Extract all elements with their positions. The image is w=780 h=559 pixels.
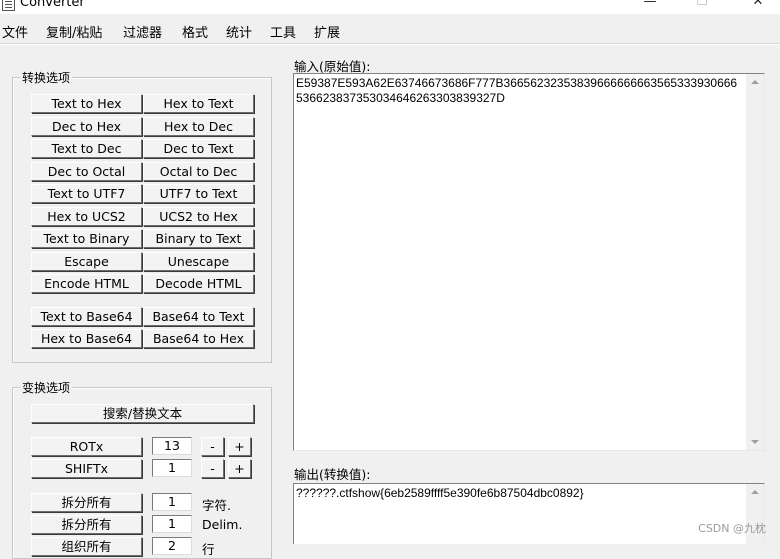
rotx-decrement-button[interactable]: - bbox=[201, 437, 224, 456]
app-icon bbox=[2, 0, 15, 11]
decode-html-button[interactable]: Decode HTML bbox=[143, 274, 254, 293]
organize-unit-label: 行 bbox=[202, 542, 215, 557]
octal-to-dec-button[interactable]: Octal to Dec bbox=[143, 162, 254, 181]
hex-to-base64-button[interactable]: Hex to Base64 bbox=[31, 329, 142, 348]
binary-to-text-button[interactable]: Binary to Text bbox=[143, 229, 254, 248]
scroll-up-arrow-icon[interactable] bbox=[751, 80, 759, 84]
dec-to-text-button[interactable]: Dec to Text bbox=[143, 139, 254, 158]
shiftx-increment-button[interactable]: + bbox=[228, 459, 251, 478]
dec-to-hex-button[interactable]: Dec to Hex bbox=[31, 117, 142, 136]
input-scrollbar[interactable] bbox=[746, 74, 764, 450]
base64-to-text-button[interactable]: Base64 to Text bbox=[143, 307, 254, 326]
text-to-hex-button[interactable]: Text to Hex bbox=[31, 94, 142, 113]
scroll-down-arrow-icon[interactable] bbox=[751, 440, 759, 444]
text-to-dec-button[interactable]: Text to Dec bbox=[31, 139, 142, 158]
shiftx-value-field[interactable]: 1 bbox=[152, 459, 192, 477]
output-label: 输出(转换值): bbox=[294, 467, 371, 482]
split-all-delim-button[interactable]: 拆分所有 bbox=[31, 515, 142, 534]
watermark: CSDN @九枕 bbox=[698, 522, 766, 535]
ucs2-to-hex-button[interactable]: UCS2 to Hex bbox=[143, 207, 254, 226]
rotx-value-field[interactable]: 13 bbox=[152, 437, 192, 455]
split-all-chars-button[interactable]: 拆分所有 bbox=[31, 493, 142, 512]
menu-filter[interactable]: 过滤器 bbox=[123, 22, 162, 41]
hex-to-text-button[interactable]: Hex to Text bbox=[143, 94, 254, 113]
menu-copy-paste[interactable]: 复制/粘贴 bbox=[46, 22, 102, 41]
window-title: Converter bbox=[20, 0, 85, 10]
menu-file[interactable]: 文件 bbox=[2, 22, 28, 41]
output-text: ??????.ctfshow{6eb2589ffff5e390fe6b87504… bbox=[296, 486, 584, 500]
maximize-button[interactable]: ☐ bbox=[692, 0, 712, 10]
encode-html-button[interactable]: Encode HTML bbox=[31, 274, 142, 293]
split-chars-unit-label: 字符. bbox=[202, 498, 231, 513]
split-delim-unit-label: Delim. bbox=[202, 517, 243, 532]
hex-to-ucs2-button[interactable]: Hex to UCS2 bbox=[31, 207, 142, 226]
minimize-button[interactable]: — bbox=[640, 0, 660, 10]
search-replace-button[interactable]: 搜索/替换文本 bbox=[31, 404, 254, 423]
text-to-base64-button[interactable]: Text to Base64 bbox=[31, 307, 142, 326]
menu-format[interactable]: 格式 bbox=[182, 22, 208, 41]
menu-tools[interactable]: 工具 bbox=[270, 22, 296, 41]
menu-bar: 文件 复制/粘贴 过滤器 格式 统计 工具 扩展 bbox=[0, 18, 780, 42]
title-bar[interactable] bbox=[0, 0, 780, 14]
menu-separator bbox=[0, 43, 780, 45]
input-textarea[interactable]: E59387E593A62E63746673686F777B3665623235… bbox=[293, 73, 765, 451]
dec-to-octal-button[interactable]: Dec to Octal bbox=[31, 162, 142, 181]
split-chars-value-field[interactable]: 1 bbox=[152, 493, 192, 511]
output-textarea[interactable]: ??????.ctfshow{6eb2589ffff5e390fe6b87504… bbox=[293, 483, 765, 544]
close-button[interactable]: ✕ bbox=[748, 0, 768, 10]
rotx-button[interactable]: ROTx bbox=[31, 437, 142, 456]
transform-options-title: 变换选项 bbox=[20, 379, 73, 396]
menu-stats[interactable]: 统计 bbox=[226, 22, 252, 41]
escape-button[interactable]: Escape bbox=[31, 252, 142, 271]
scroll-up-arrow-icon[interactable] bbox=[751, 490, 759, 494]
base64-to-hex-button[interactable]: Base64 to Hex bbox=[143, 329, 254, 348]
menu-extensions[interactable]: 扩展 bbox=[314, 22, 340, 41]
organize-value-field[interactable]: 2 bbox=[152, 537, 192, 555]
shiftx-button[interactable]: SHIFTx bbox=[31, 459, 142, 478]
hex-to-dec-button[interactable]: Hex to Dec bbox=[143, 117, 254, 136]
text-to-binary-button[interactable]: Text to Binary bbox=[31, 229, 142, 248]
conversion-options-title: 转换选项 bbox=[20, 69, 73, 86]
text-to-utf7-button[interactable]: Text to UTF7 bbox=[31, 184, 142, 203]
shiftx-decrement-button[interactable]: - bbox=[201, 459, 224, 478]
unescape-button[interactable]: Unescape bbox=[143, 252, 254, 271]
split-delim-value-field[interactable]: 1 bbox=[152, 515, 192, 533]
rotx-increment-button[interactable]: + bbox=[228, 437, 251, 456]
utf7-to-text-button[interactable]: UTF7 to Text bbox=[143, 184, 254, 203]
input-text: E59387E593A62E63746673686F777B3665623235… bbox=[296, 76, 738, 105]
organize-all-button[interactable]: 组织所有 bbox=[31, 537, 142, 556]
